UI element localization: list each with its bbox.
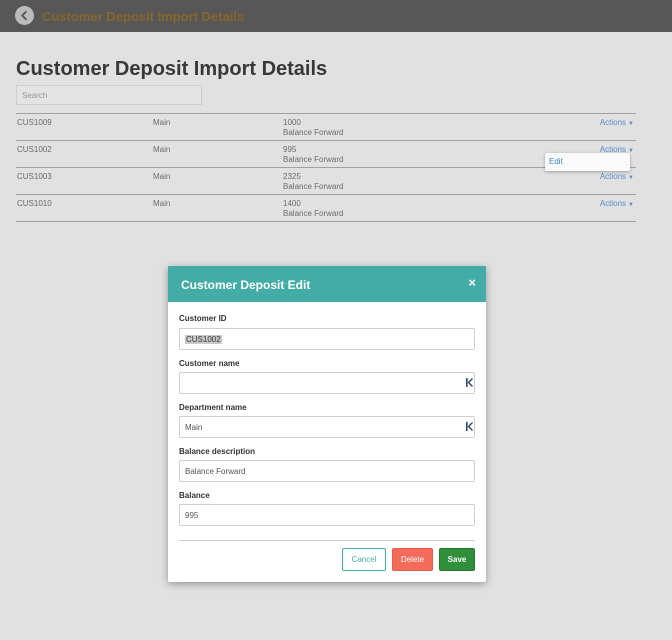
customer-id-field[interactable]: CUS1002 (179, 328, 475, 350)
department-name-field[interactable] (179, 416, 475, 438)
customer-name-field[interactable] (179, 372, 475, 394)
department-name-label: Department name (179, 403, 247, 412)
dialog-header: Customer Deposit Edit × (168, 266, 486, 302)
department-name-wrapper (179, 416, 475, 438)
lookup-icon[interactable] (466, 422, 473, 431)
save-button[interactable]: Save (439, 548, 475, 571)
dialog-divider (179, 540, 475, 541)
customer-name-wrapper (179, 372, 475, 394)
balance-description-label: Balance description (179, 447, 256, 456)
customer-name-label: Customer name (179, 359, 240, 368)
close-icon[interactable]: × (468, 275, 476, 290)
balance-field[interactable] (179, 504, 475, 526)
dialog-title: Customer Deposit Edit (181, 278, 311, 292)
customer-deposit-edit-dialog: Customer Deposit Edit × Customer ID CUS1… (168, 266, 486, 582)
customer-id-label: Customer ID (179, 314, 227, 323)
balance-label: Balance (179, 491, 210, 500)
cancel-button[interactable]: Cancel (342, 548, 386, 571)
delete-button[interactable]: Delete (392, 548, 433, 571)
lookup-icon[interactable] (466, 378, 473, 387)
balance-description-field[interactable] (179, 460, 475, 482)
customer-id-value: CUS1002 (185, 334, 222, 344)
